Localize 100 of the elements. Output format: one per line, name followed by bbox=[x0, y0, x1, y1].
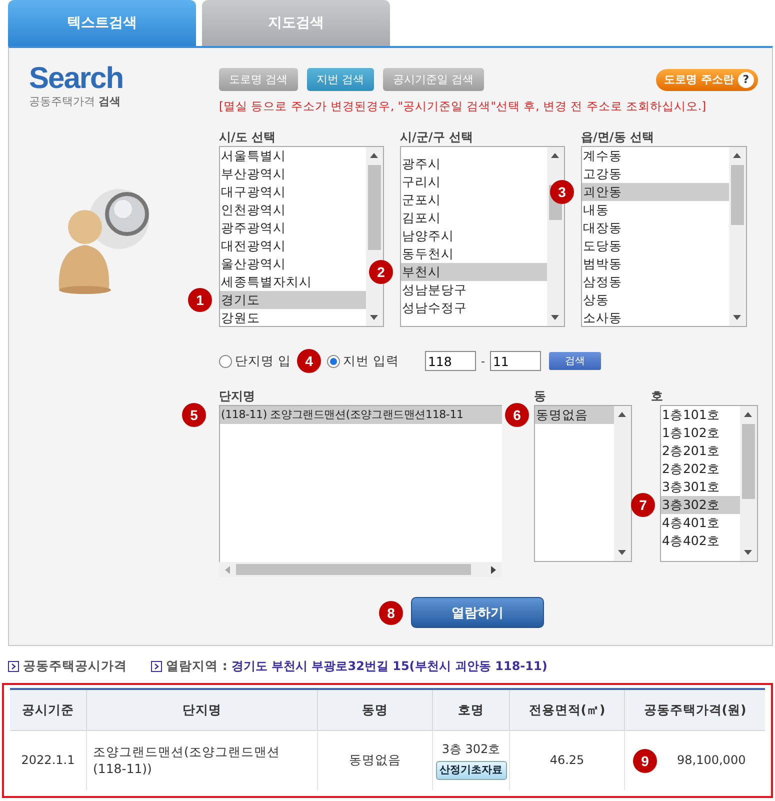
list-option[interactable]: 2층201호 bbox=[661, 442, 740, 460]
scroll-up-icon[interactable] bbox=[618, 412, 626, 417]
scroll-down-icon[interactable] bbox=[744, 550, 752, 555]
list-option[interactable]: 성남수정구 bbox=[401, 299, 547, 317]
list-option[interactable]: 성남분당구 bbox=[401, 281, 547, 299]
list-option[interactable]: 광주광역시 bbox=[220, 219, 366, 237]
list-heading: 동 bbox=[534, 389, 547, 403]
list-option[interactable]: 대장동 bbox=[582, 219, 729, 237]
select-list[interactable]: (118-11) 조양그랜드맨션(조양그랜드맨션118-11 bbox=[219, 405, 502, 562]
select-list[interactable]: 계수동 고강동 괴안동 내동 대장동 도당동 범박동 삼정동 상동 소사동 bbox=[581, 146, 747, 327]
notice-text: [멸실 등으로 주소가 변경된경우, "공시기준일 검색"선택 후, 변경 전 주소로 조회하십시오.] bbox=[219, 99, 708, 114]
step-marker: 2 bbox=[369, 260, 393, 284]
list-option[interactable]: 서울특별시 bbox=[220, 147, 366, 165]
list-option[interactable]: 동명없음 bbox=[535, 406, 614, 424]
list-option[interactable]: 3층301호 bbox=[661, 478, 740, 496]
scrollbar[interactable] bbox=[547, 147, 564, 326]
step-marker: 4 bbox=[296, 349, 321, 373]
column-header: 호명 bbox=[432, 690, 509, 731]
scroll-up-icon[interactable] bbox=[370, 153, 378, 158]
column-header: 전용면적(㎡) bbox=[509, 690, 624, 731]
scroll-thumb[interactable] bbox=[742, 424, 755, 499]
list-option[interactable]: 부천시 bbox=[401, 263, 547, 281]
list-option[interactable]: 울산광역시 bbox=[220, 255, 366, 273]
table-cell: 46.25 bbox=[550, 752, 584, 769]
scrollbar[interactable] bbox=[614, 406, 631, 561]
scroll-up-icon[interactable] bbox=[551, 153, 559, 158]
step-marker: 9 bbox=[633, 748, 657, 772]
list-option[interactable]: 4층401호 bbox=[661, 514, 740, 532]
scroll-down-icon[interactable] bbox=[618, 550, 626, 555]
horizontal-scrollbar[interactable] bbox=[219, 562, 502, 577]
column-header: 공시기준 bbox=[10, 690, 86, 731]
scroll-up-icon[interactable] bbox=[744, 412, 752, 417]
list-option[interactable]: 동두천시 bbox=[401, 245, 547, 263]
logo-title: Search bbox=[29, 62, 124, 96]
scroll-down-icon[interactable] bbox=[370, 315, 378, 320]
scroll-down-icon[interactable] bbox=[551, 315, 559, 320]
list-option[interactable]: 세종특별자치시 bbox=[220, 273, 366, 291]
chevron-icon bbox=[8, 661, 19, 672]
help-icon: ? bbox=[738, 72, 754, 88]
list-option[interactable]: 강원도 bbox=[220, 309, 366, 326]
list-option[interactable]: 2층202호 bbox=[661, 460, 740, 478]
list-option[interactable]: 인천광역시 bbox=[220, 201, 366, 219]
list-option[interactable]: 구리시 bbox=[401, 173, 547, 191]
list-heading: 읍/면/동 선택 bbox=[581, 130, 655, 144]
list-option[interactable]: 소사동 bbox=[582, 309, 729, 326]
list-option[interactable]: 상동 bbox=[582, 291, 729, 309]
list-option[interactable]: 범박동 bbox=[582, 255, 729, 273]
list-option[interactable]: (118-11) 조양그랜드맨션(조양그랜드맨션118-11 bbox=[220, 406, 502, 424]
view-button[interactable]: 열람하기 bbox=[411, 597, 544, 628]
list-heading: 단지명 bbox=[219, 389, 256, 403]
scroll-up-icon[interactable] bbox=[733, 153, 741, 158]
basis-data-button[interactable]: 산정기초자료 bbox=[436, 760, 506, 780]
search-button[interactable]: 검색 bbox=[548, 352, 601, 370]
list-heading: 시/군/구 선택 bbox=[400, 130, 474, 144]
scroll-thumb[interactable] bbox=[731, 165, 744, 225]
list-option[interactable]: 도당동 bbox=[582, 237, 729, 255]
list-option[interactable]: 내동 bbox=[582, 201, 729, 219]
list-option[interactable]: 남양주시 bbox=[401, 227, 547, 245]
scroll-down-icon[interactable] bbox=[733, 315, 741, 320]
select-list[interactable]: 동명없음 bbox=[534, 405, 632, 562]
column-header: 공동주택가격(원) bbox=[624, 690, 765, 731]
list-option[interactable]: 1층101호 bbox=[661, 406, 740, 424]
list-option[interactable]: 계수동 bbox=[582, 147, 729, 165]
list-option[interactable]: 김포시 bbox=[401, 209, 547, 227]
list-heading: 호 bbox=[651, 389, 664, 403]
separator-text: - bbox=[480, 354, 485, 368]
road-address-help-button[interactable]: 도로명 주소란 ? bbox=[656, 68, 758, 90]
radio-option[interactable]: 지번 입력 bbox=[326, 352, 399, 370]
step-marker: 3 bbox=[550, 180, 574, 204]
list-option[interactable]: 경기도 bbox=[220, 291, 366, 309]
table-cell: 3층 302호 bbox=[442, 741, 500, 758]
list-option[interactable]: 대구광역시 bbox=[220, 183, 366, 201]
scrollbar[interactable] bbox=[729, 147, 746, 326]
list-option[interactable]: 3층302호 bbox=[661, 496, 740, 514]
list-option[interactable]: 4층402호 bbox=[661, 532, 740, 550]
chevron-icon bbox=[151, 661, 162, 672]
lot-sub-input[interactable]: 11 bbox=[490, 351, 541, 371]
list-option[interactable]: 부산광역시 bbox=[220, 165, 366, 183]
scroll-thumb[interactable] bbox=[368, 165, 381, 250]
logo-subtitle: 공동주택가격 검색 bbox=[29, 94, 122, 109]
list-option[interactable]: 고강동 bbox=[582, 165, 729, 183]
table-cell: 98,100,000 bbox=[677, 752, 746, 769]
lot-main-input[interactable]: 118 bbox=[424, 351, 476, 371]
list-option[interactable]: 괴안동 bbox=[582, 183, 729, 201]
list-option[interactable]: 대전광역시 bbox=[220, 237, 366, 255]
scroll-right-icon[interactable] bbox=[491, 566, 496, 574]
table-cell-text: 조양그랜드맨션(조양그랜드맨션(118-11)) bbox=[93, 744, 281, 778]
select-list[interactable]: 1층101호 1층102호 2층201호 2층202호 3층301호 3층302호 4층401호 4층402호 bbox=[660, 405, 758, 562]
list-option[interactable]: 군포시 bbox=[401, 191, 547, 209]
column-header: 단지명 bbox=[86, 690, 317, 731]
step-marker: 7 bbox=[631, 493, 655, 517]
list-option[interactable]: 삼정동 bbox=[582, 273, 729, 291]
list-option[interactable]: 광주시 bbox=[401, 155, 547, 173]
radio-option[interactable]: 단지명 입 bbox=[219, 352, 291, 370]
scrollbar[interactable] bbox=[740, 406, 757, 561]
list-option[interactable]: 1층102호 bbox=[661, 424, 740, 442]
table-cell: 동명없음 bbox=[349, 752, 401, 769]
scrollbar[interactable] bbox=[366, 147, 383, 326]
step-marker: 1 bbox=[188, 288, 212, 312]
step-marker: 6 bbox=[505, 403, 529, 427]
